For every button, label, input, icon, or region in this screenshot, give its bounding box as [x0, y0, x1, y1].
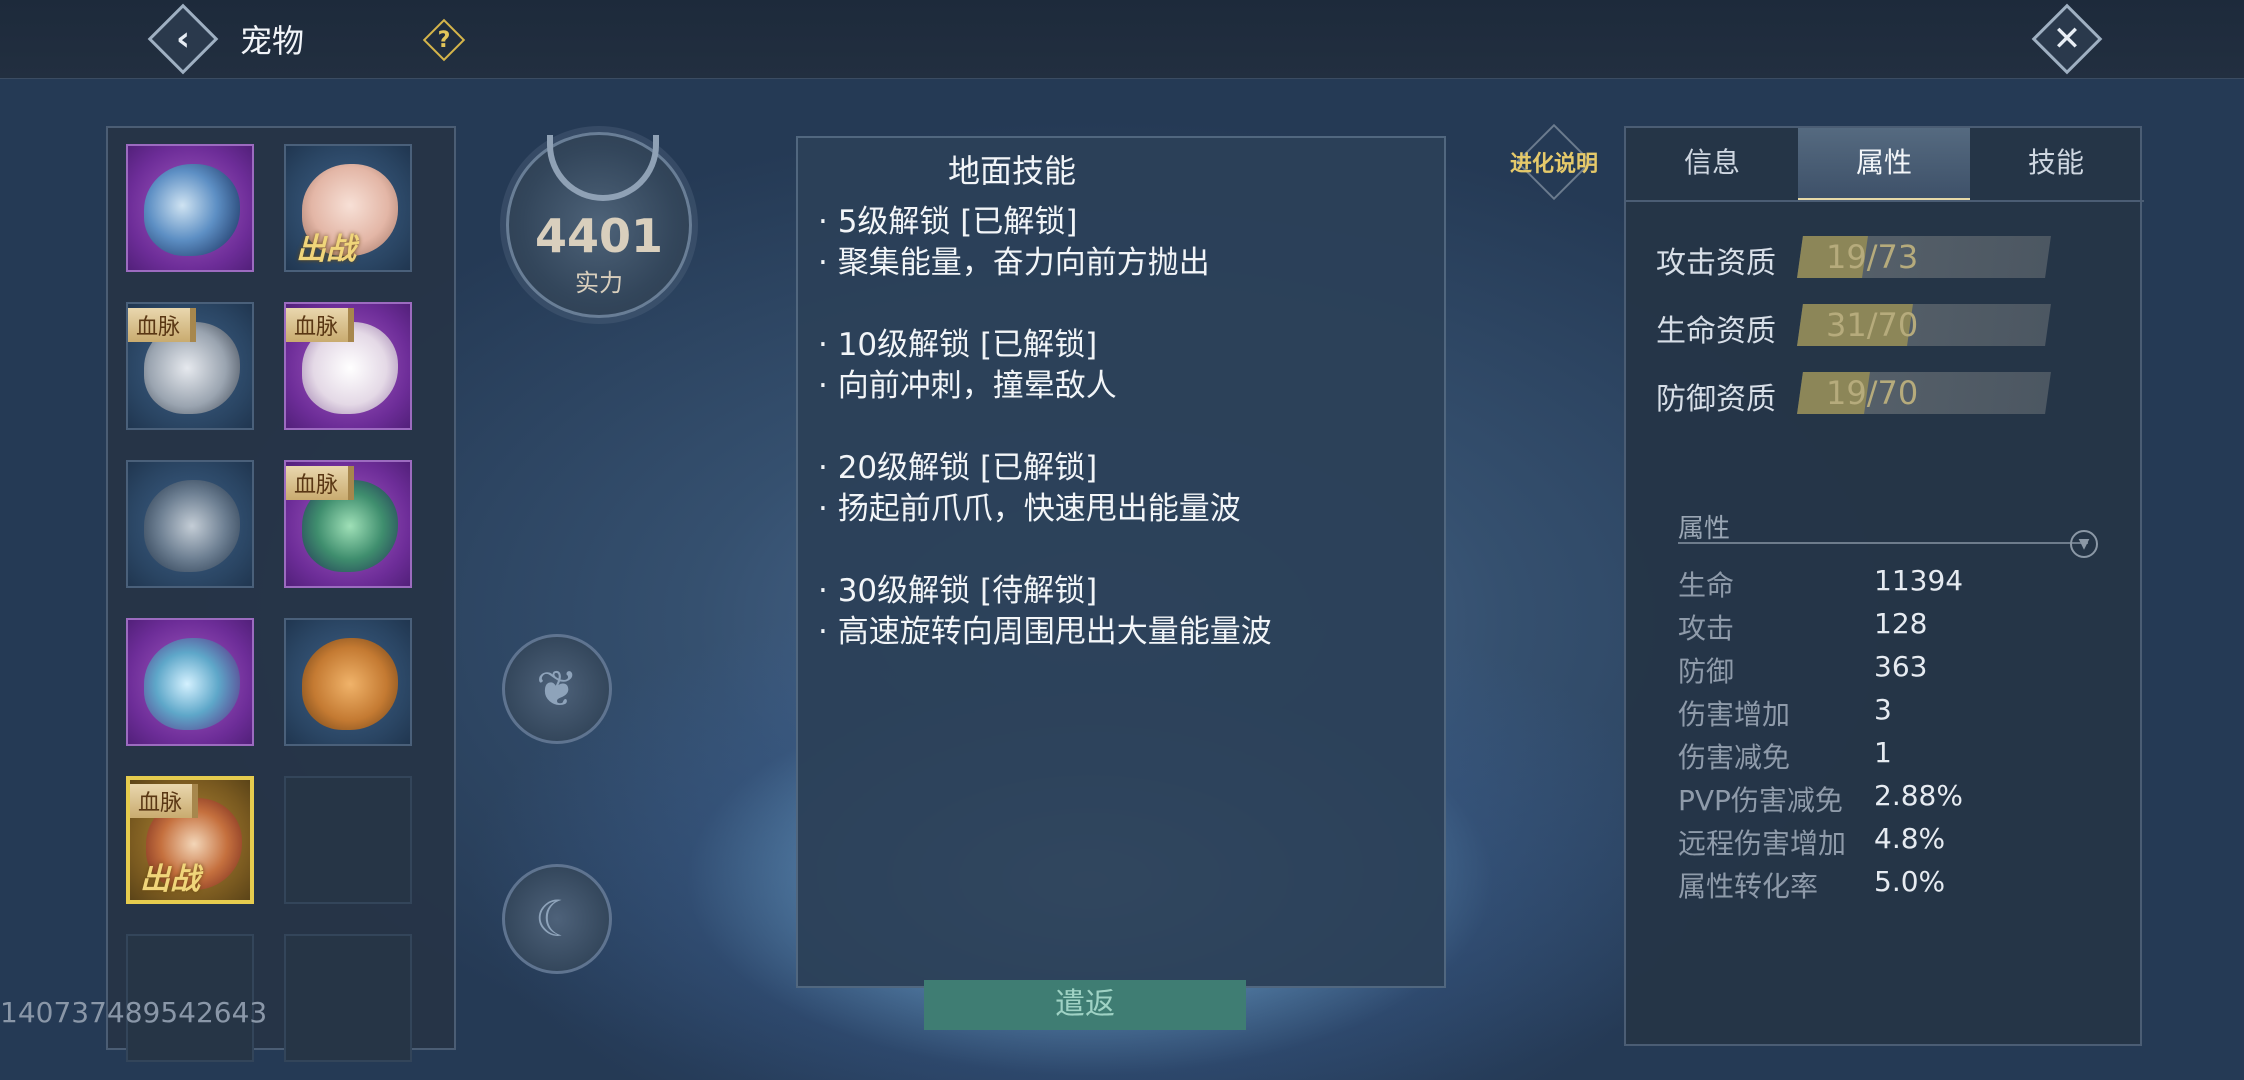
hp-aptitude-bar: 31/70	[1797, 304, 2051, 346]
attribute-value: 1	[1874, 736, 1892, 769]
attribute-name: 属性转化率	[1678, 870, 1819, 903]
top-bar: ‹ 宠物 ? ✕	[0, 0, 2244, 79]
expand-attributes-icon[interactable]: ▼	[2070, 530, 2098, 558]
pet-slot[interactable]: 血脉	[126, 302, 254, 430]
skill-description: · 聚集能量，奋力向前方抛出	[818, 245, 1210, 281]
horn-emblem-icon	[547, 135, 659, 201]
power-badge: 4401 实力	[506, 132, 692, 318]
skill-list: · 5级解锁 [已解锁] · 聚集能量，奋力向前方抛出 · 10级解锁 [已解锁…	[818, 202, 1424, 653]
hp-aptitude-label: 生命资质	[1656, 314, 1776, 349]
attribute-value: 11394	[1874, 564, 1964, 597]
bloodline-tag: 血脉	[128, 308, 197, 342]
skill-unlock-text: · 5级解锁 [已解锁]	[818, 204, 1078, 240]
pet-slot[interactable]	[126, 618, 254, 746]
bloodline-tag: 血脉	[286, 308, 355, 342]
attribute-name: 攻击	[1678, 612, 1735, 645]
skill-panel-title: 地面技能	[948, 152, 1077, 190]
skill-unlock-text: · 30级解锁 [待解锁]	[818, 573, 1098, 609]
skill-entry: · 20级解锁 [已解锁] · 扬起前爪爪，快速甩出能量波	[818, 448, 1424, 530]
attribute-row: 远程伤害增加 4.8%	[1678, 822, 2118, 862]
attribute-name: 伤害增加	[1678, 698, 1791, 731]
pet-slot[interactable]: 血脉	[284, 460, 412, 588]
attack-aptitude-label: 攻击资质	[1656, 246, 1776, 281]
dragon-pet-icon	[144, 638, 240, 730]
skill-description: · 向前冲刺，撞晕敌人	[818, 368, 1117, 404]
skill-description: · 扬起前爪爪，快速甩出能量波	[818, 491, 1241, 527]
pet-stats-panel: 信息 属性 技能 攻击资质 19/73 生命资质 31/70 防御资质 19/7…	[1624, 126, 2144, 1046]
empty-pet-slot	[284, 776, 412, 904]
skill-unlock-text: · 20级解锁 [已解锁]	[818, 450, 1098, 486]
attribute-row: 攻击 128	[1678, 607, 2118, 647]
evolution-label: 进化说明	[1509, 152, 1598, 177]
defense-aptitude-label: 防御资质	[1656, 382, 1776, 417]
pet-slot[interactable]: 出战	[284, 144, 412, 272]
hp-aptitude-value: 31/70	[1826, 306, 1919, 344]
wave-skill-icon[interactable]: ☾	[502, 864, 612, 974]
defense-aptitude-value: 19/70	[1826, 374, 1919, 412]
help-button[interactable]: ?	[422, 18, 466, 62]
skill-entry: · 10级解锁 [已解锁] · 向前冲刺，撞晕敌人	[818, 325, 1424, 407]
evolution-info-button[interactable]: 进化说明	[1500, 123, 1608, 201]
return-pet-button[interactable]: 遣返	[924, 980, 1246, 1030]
attack-aptitude-value: 19/73	[1826, 238, 1919, 276]
attributes-divider	[1678, 542, 2088, 544]
pet-slot[interactable]	[126, 460, 254, 588]
question-icon: ?	[437, 27, 451, 53]
attribute-row: 伤害增加 3	[1678, 693, 2118, 733]
skill-entry: · 30级解锁 [待解锁] · 高速旋转向周围甩出大量能量波	[818, 571, 1424, 653]
in-battle-label: 出战	[296, 232, 356, 267]
tab-divider	[1626, 200, 2144, 202]
tab-skills[interactable]: 技能	[1970, 128, 2142, 198]
skill-detail-panel: 地面技能 · 5级解锁 [已解锁] · 聚集能量，奋力向前方抛出 · 10级解锁…	[796, 136, 1446, 988]
skill-unlock-text: · 10级解锁 [已解锁]	[818, 327, 1098, 363]
bloodline-tag: 血脉	[130, 784, 199, 818]
attribute-name: PVP伤害减免	[1678, 784, 1843, 817]
attribute-name: 伤害减免	[1678, 741, 1791, 774]
in-battle-label: 出战	[140, 862, 200, 897]
attribute-value: 363	[1874, 650, 1928, 683]
attribute-value: 5.0%	[1874, 865, 1946, 898]
close-x-icon: ✕	[2052, 19, 2082, 59]
pet-slot[interactable]	[126, 144, 254, 272]
toad-pet-icon	[302, 638, 398, 730]
back-button[interactable]: ‹	[147, 3, 219, 75]
tab-info[interactable]: 信息	[1626, 128, 1798, 198]
power-value: 4401	[534, 209, 664, 263]
skill-description: · 高速旋转向周围甩出大量能量波	[818, 614, 1272, 650]
attribute-name: 防御	[1678, 655, 1735, 688]
attribute-row: 伤害减免 1	[1678, 736, 2118, 776]
shark-pet-icon	[144, 480, 240, 572]
page-title: 宠物	[240, 22, 305, 60]
empty-pet-slot	[284, 934, 412, 1062]
attribute-name: 远程伤害增加	[1678, 827, 1847, 860]
attribute-row: 生命 11394	[1678, 564, 2118, 604]
attribute-row: 防御 363	[1678, 650, 2118, 690]
attribute-value: 2.88%	[1874, 779, 1963, 812]
defense-aptitude-bar: 19/70	[1797, 372, 2051, 414]
bloodline-tag: 血脉	[286, 466, 355, 500]
attribute-value: 3	[1874, 693, 1892, 726]
pet-slot[interactable]	[284, 618, 412, 746]
attribute-value: 4.8%	[1874, 822, 1946, 855]
pet-slot[interactable]: 血脉出战	[126, 776, 254, 904]
phoenix-skill-icon[interactable]: ❦	[502, 634, 612, 744]
player-uid: 140737489542643	[0, 996, 268, 1029]
attribute-value: 128	[1874, 607, 1928, 640]
attribute-name: 生命	[1678, 569, 1735, 602]
whale-fish-pet-icon	[144, 164, 240, 256]
attack-aptitude-bar: 19/73	[1797, 236, 2051, 278]
back-arrow-icon: ‹	[175, 19, 190, 59]
pet-slot[interactable]: 血脉	[284, 302, 412, 430]
attribute-row: 属性转化率 5.0%	[1678, 865, 2118, 905]
pet-list-panel: 出战 血脉 血脉 血脉 血脉 出战	[106, 126, 456, 1062]
attributes-header: 属性	[1678, 514, 1731, 544]
tab-attributes[interactable]: 属性	[1798, 128, 1970, 202]
power-label: 实力	[575, 269, 623, 297]
skill-entry: · 5级解锁 [已解锁] · 聚集能量，奋力向前方抛出	[818, 202, 1424, 284]
attribute-row: PVP伤害减免 2.88%	[1678, 779, 2118, 819]
close-button[interactable]: ✕	[2031, 3, 2103, 75]
